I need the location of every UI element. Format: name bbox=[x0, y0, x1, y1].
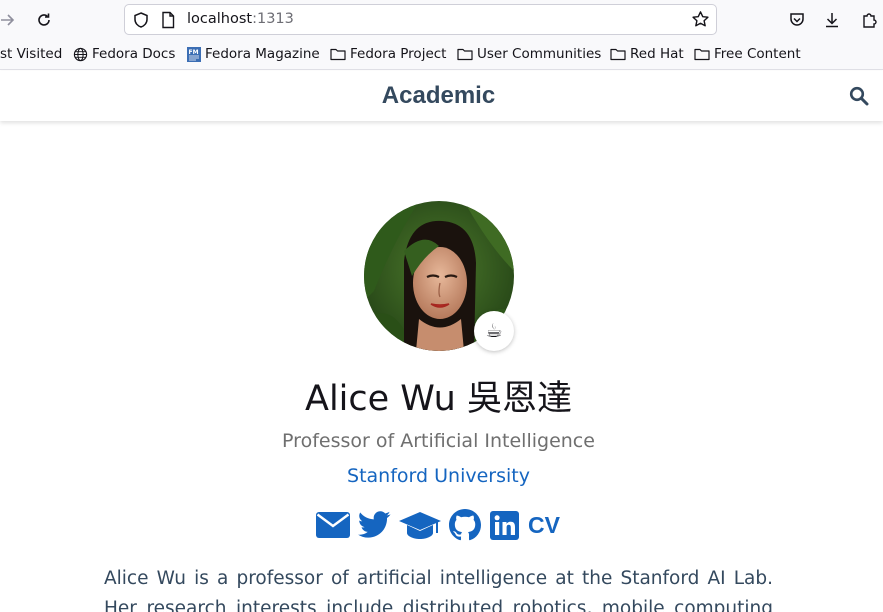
bookmark-label: Fedora Magazine bbox=[205, 46, 320, 62]
url-port: :1313 bbox=[252, 11, 294, 27]
folder-icon bbox=[457, 48, 473, 61]
bookmark-user-communities[interactable]: User Communities bbox=[457, 46, 601, 62]
bookmarks-bar: st Visited Fedora Docs FM Fedora Magazin… bbox=[0, 40, 883, 70]
downloads-icon[interactable] bbox=[818, 6, 846, 34]
bookmark-fedora-magazine[interactable]: FM Fedora Magazine bbox=[187, 46, 320, 62]
url-text[interactable]: localhost:1313 bbox=[187, 11, 294, 27]
bookmark-most-visited[interactable]: st Visited bbox=[0, 46, 62, 62]
svg-text:FM: FM bbox=[189, 49, 199, 56]
address-bar[interactable]: localhost:1313 bbox=[124, 4, 717, 35]
bookmark-fedora-project[interactable]: Fedora Project bbox=[330, 46, 446, 62]
bookmark-label: Red Hat bbox=[630, 46, 684, 62]
forward-arrow-icon[interactable] bbox=[0, 6, 22, 34]
globe-icon bbox=[73, 47, 88, 61]
search-icon[interactable] bbox=[849, 86, 871, 108]
bookmark-red-hat[interactable]: Red Hat bbox=[610, 46, 684, 62]
bookmark-label: Free Content bbox=[714, 46, 801, 62]
profile-organization[interactable]: Stanford University bbox=[0, 465, 877, 487]
shield-icon[interactable] bbox=[132, 11, 150, 33]
page-info-icon[interactable] bbox=[160, 11, 176, 33]
bookmark-free-content[interactable]: Free Content bbox=[694, 46, 801, 62]
linkedin-icon[interactable] bbox=[490, 511, 519, 544]
bookmark-label: st Visited bbox=[0, 46, 63, 62]
reload-icon[interactable] bbox=[30, 6, 58, 34]
bookmark-star-icon[interactable] bbox=[691, 10, 710, 33]
email-icon[interactable] bbox=[316, 512, 350, 542]
bookmark-label: User Communities bbox=[477, 46, 602, 62]
pocket-icon[interactable] bbox=[783, 6, 811, 34]
extensions-icon[interactable] bbox=[855, 6, 883, 34]
github-icon[interactable] bbox=[449, 509, 481, 545]
profile-bio: Alice Wu is a professor of artificial in… bbox=[104, 568, 773, 612]
site-brand[interactable]: Academic bbox=[0, 82, 877, 110]
graduation-cap-icon[interactable] bbox=[399, 512, 441, 544]
bookmark-fedora-docs[interactable]: Fedora Docs bbox=[73, 46, 175, 62]
fedora-magazine-icon: FM bbox=[187, 46, 201, 62]
profile-role: Professor of Artificial Intelligence bbox=[282, 430, 595, 452]
url-host: localhost bbox=[187, 11, 253, 27]
status-emoji: ☕ bbox=[474, 311, 514, 351]
folder-icon bbox=[694, 48, 710, 61]
twitter-icon[interactable] bbox=[358, 511, 391, 543]
site-navbar: Academic bbox=[0, 71, 883, 121]
folder-icon bbox=[330, 48, 346, 61]
folder-icon bbox=[610, 48, 626, 61]
bookmark-label: Fedora Project bbox=[350, 46, 447, 62]
browser-toolbar: localhost:1313 bbox=[0, 0, 883, 40]
bookmark-label: Fedora Docs bbox=[92, 46, 176, 62]
cv-link[interactable]: CV bbox=[528, 512, 560, 539]
profile-name: Alice Wu 吳恩達 bbox=[305, 379, 572, 419]
